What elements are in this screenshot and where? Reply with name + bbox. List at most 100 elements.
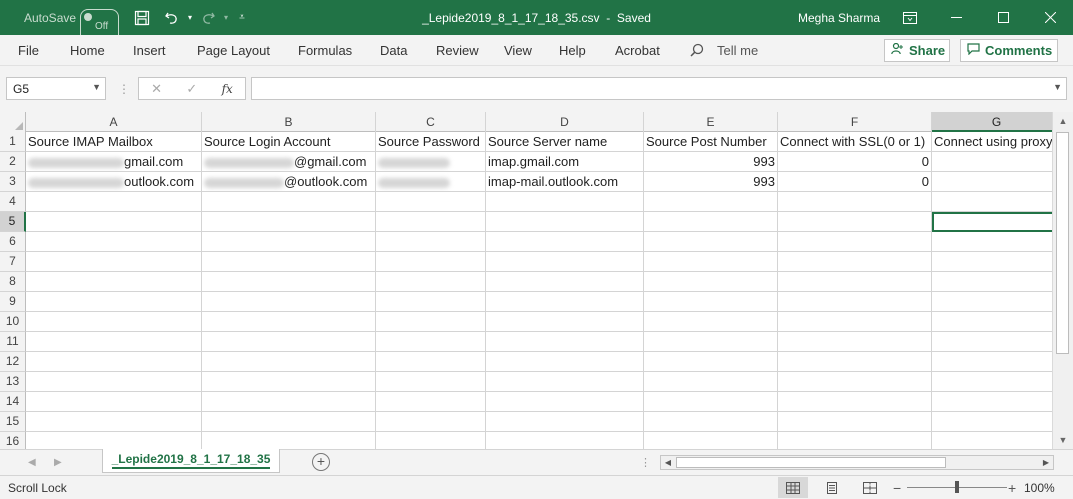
cell-f8[interactable] — [778, 272, 932, 292]
cell-a6[interactable] — [26, 232, 202, 252]
cell-e15[interactable] — [644, 412, 778, 432]
row-header[interactable]: 5 — [0, 212, 26, 232]
cell-c15[interactable] — [376, 412, 486, 432]
name-box[interactable]: G5 ▼ — [6, 77, 106, 100]
row-header[interactable]: 2 — [0, 152, 26, 172]
cell-c11[interactable] — [376, 332, 486, 352]
cell-c10[interactable] — [376, 312, 486, 332]
cell-d15[interactable] — [486, 412, 644, 432]
tab-insert[interactable]: Insert — [133, 35, 166, 65]
cell-c3[interactable] — [376, 172, 486, 192]
cell-e8[interactable] — [644, 272, 778, 292]
cell-g14[interactable] — [932, 392, 1052, 412]
cell-g6[interactable] — [932, 232, 1052, 252]
column-header-e[interactable]: E — [644, 112, 778, 132]
cell-b9[interactable] — [202, 292, 376, 312]
tab-formulas[interactable]: Formulas — [298, 35, 352, 65]
cell-c13[interactable] — [376, 372, 486, 392]
cell-d5[interactable] — [486, 212, 644, 232]
maximize-icon[interactable] — [980, 0, 1026, 35]
column-header-f[interactable]: F — [778, 112, 932, 132]
page-layout-view-icon[interactable] — [817, 477, 847, 498]
row-header[interactable]: 7 — [0, 252, 26, 272]
cell-e1[interactable]: Source Post Number — [644, 132, 778, 152]
insert-function-icon[interactable]: fx — [222, 82, 233, 96]
add-sheet-icon[interactable]: + — [312, 453, 330, 471]
close-icon[interactable] — [1027, 0, 1073, 35]
cell-f16[interactable] — [778, 432, 932, 449]
zoom-in-icon[interactable]: + — [1008, 476, 1016, 499]
cell-a4[interactable] — [26, 192, 202, 212]
cell-a14[interactable] — [26, 392, 202, 412]
tell-me-input[interactable]: Tell me — [717, 35, 758, 65]
cell-d11[interactable] — [486, 332, 644, 352]
cell-d2[interactable]: imap.gmail.com — [486, 152, 644, 172]
expand-formula-bar-icon[interactable]: ▼ — [1053, 82, 1062, 92]
cell-d10[interactable] — [486, 312, 644, 332]
cell-b7[interactable] — [202, 252, 376, 272]
zoom-level[interactable]: 100% — [1024, 476, 1055, 499]
cell-f2[interactable]: 0 — [778, 152, 932, 172]
undo-dropdown-icon[interactable]: ▾ — [180, 0, 200, 35]
cell-e10[interactable] — [644, 312, 778, 332]
cell-a5[interactable] — [26, 212, 202, 232]
previous-sheet-icon[interactable]: ◀ — [28, 450, 36, 475]
cell-b1[interactable]: Source Login Account — [202, 132, 376, 152]
formula-bar-resize-handle[interactable]: ⋮ — [118, 77, 130, 100]
zoom-out-icon[interactable]: − — [893, 476, 901, 499]
cell-f6[interactable] — [778, 232, 932, 252]
cell-g4[interactable] — [932, 192, 1052, 212]
row-header[interactable]: 15 — [0, 412, 26, 432]
row-header[interactable]: 14 — [0, 392, 26, 412]
tab-view[interactable]: View — [504, 35, 532, 65]
cell-b14[interactable] — [202, 392, 376, 412]
cell-f12[interactable] — [778, 352, 932, 372]
select-all-button[interactable] — [0, 112, 26, 132]
tab-review[interactable]: Review — [436, 35, 479, 65]
cell-d16[interactable] — [486, 432, 644, 449]
cell-c16[interactable] — [376, 432, 486, 449]
share-button[interactable]: Share — [884, 39, 950, 62]
cell-b5[interactable] — [202, 212, 376, 232]
horizontal-scroll-thumb[interactable] — [676, 457, 946, 468]
cell-a16[interactable] — [26, 432, 202, 449]
cell-f15[interactable] — [778, 412, 932, 432]
cell-g13[interactable] — [932, 372, 1052, 392]
cell-d3[interactable]: imap-mail.outlook.com — [486, 172, 644, 192]
sheet-tab[interactable]: _Lepide2019_8_1_17_18_35 — [102, 449, 280, 473]
cell-a15[interactable] — [26, 412, 202, 432]
cell-g15[interactable] — [932, 412, 1052, 432]
cell-g7[interactable] — [932, 252, 1052, 272]
tab-file[interactable]: File — [18, 35, 39, 65]
undo-icon[interactable] — [162, 0, 182, 35]
tab-acrobat[interactable]: Acrobat — [615, 35, 660, 65]
cell-c6[interactable] — [376, 232, 486, 252]
worksheet-grid[interactable]: A B C D E F G 1 Source IMAP Mailbox Sour… — [0, 112, 1052, 449]
column-header-a[interactable]: A — [26, 112, 202, 132]
normal-view-icon[interactable] — [778, 477, 808, 498]
cell-c7[interactable] — [376, 252, 486, 272]
row-header[interactable]: 3 — [0, 172, 26, 192]
column-header-g[interactable]: G — [932, 112, 1052, 132]
formula-input[interactable]: ▼ — [251, 77, 1067, 100]
next-sheet-icon[interactable]: ▶ — [54, 450, 62, 475]
vertical-scroll-thumb[interactable] — [1056, 132, 1069, 354]
cell-g3[interactable] — [932, 172, 1052, 192]
cell-f7[interactable] — [778, 252, 932, 272]
row-header[interactable]: 11 — [0, 332, 26, 352]
tab-home[interactable]: Home — [70, 35, 105, 65]
cell-f1[interactable]: Connect with SSL(0 or 1) — [778, 132, 932, 152]
cell-b13[interactable] — [202, 372, 376, 392]
row-header[interactable]: 4 — [0, 192, 26, 212]
row-header[interactable]: 10 — [0, 312, 26, 332]
cell-b12[interactable] — [202, 352, 376, 372]
row-header[interactable]: 12 — [0, 352, 26, 372]
cell-f5[interactable] — [778, 212, 932, 232]
cell-c4[interactable] — [376, 192, 486, 212]
horizontal-scrollbar[interactable]: ◀ ▶ — [660, 455, 1054, 470]
row-header[interactable]: 13 — [0, 372, 26, 392]
cell-a12[interactable] — [26, 352, 202, 372]
column-header-b[interactable]: B — [202, 112, 376, 132]
cell-g11[interactable] — [932, 332, 1052, 352]
cell-e11[interactable] — [644, 332, 778, 352]
